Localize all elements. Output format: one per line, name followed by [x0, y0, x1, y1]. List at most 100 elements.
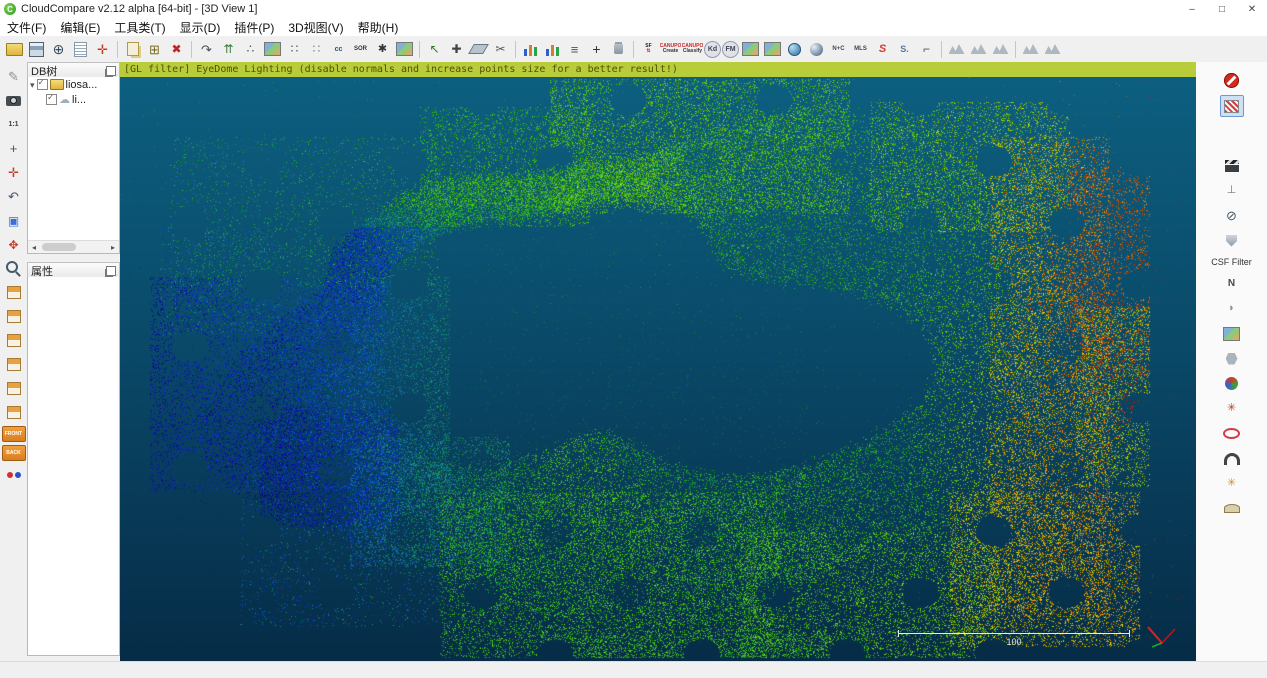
tree-checkbox-cloud[interactable]: [46, 94, 57, 105]
pan-icon[interactable]: ✥: [3, 234, 24, 255]
animation-icon[interactable]: [1221, 155, 1242, 176]
delete-icon[interactable]: ✖: [166, 39, 187, 60]
point-cloud-canvas[interactable]: [120, 77, 1196, 662]
view-back-icon[interactable]: [3, 378, 24, 399]
tree-horizontal-scrollbar[interactable]: ◂ ▸: [28, 240, 119, 253]
menu-tools[interactable]: 工具类(T): [107, 18, 172, 36]
global-shift-icon[interactable]: ⊕: [48, 39, 69, 60]
rgb-sphere-icon[interactable]: [1221, 373, 1242, 394]
trash-icon[interactable]: [608, 39, 629, 60]
save-icon[interactable]: [26, 39, 47, 60]
canupo-classify-icon[interactable]: CANUPOClassify: [682, 39, 703, 60]
minimize-button[interactable]: –: [1177, 0, 1207, 18]
view-left-icon[interactable]: [3, 330, 24, 351]
scatter-b-icon[interactable]: ∷: [306, 39, 327, 60]
view-bottom-icon[interactable]: [3, 402, 24, 423]
menu-help[interactable]: 帮助(H): [351, 18, 406, 36]
menu-edit[interactable]: 编辑(E): [53, 18, 107, 36]
view-iso-back-icon[interactable]: BACK: [2, 445, 26, 461]
sor-filter-icon[interactable]: SOR: [350, 39, 371, 60]
scroll-left-arrow[interactable]: ◂: [28, 241, 40, 253]
normals-curvature-icon[interactable]: N+C: [828, 39, 849, 60]
pencil-icon[interactable]: ✎: [3, 66, 24, 87]
close-button[interactable]: ✕: [1237, 0, 1267, 18]
facet-b-icon[interactable]: [968, 39, 989, 60]
tree-item-root[interactable]: liosa...: [28, 77, 119, 92]
fine-registration-icon[interactable]: ⇈: [218, 39, 239, 60]
db-tree-float-button[interactable]: [106, 66, 116, 76]
3d-view[interactable]: [GL filter] EyeDome Lighting (disable no…: [120, 62, 1196, 662]
ransac-icon[interactable]: S: [872, 39, 893, 60]
scroll-right-arrow[interactable]: ▸: [107, 241, 119, 253]
rasterize-icon[interactable]: [394, 39, 415, 60]
menu-display[interactable]: 显示(D): [173, 18, 228, 36]
render-mode-icon[interactable]: ▣: [3, 210, 24, 231]
maximize-button[interactable]: □: [1207, 0, 1237, 18]
scatter-a-icon[interactable]: ∷: [284, 39, 305, 60]
view-iso-front-icon[interactable]: FRONT: [2, 426, 26, 442]
screenshot-camera-icon[interactable]: [3, 90, 24, 111]
edl-filter-icon[interactable]: [1220, 95, 1244, 117]
facet-e-icon[interactable]: [1042, 39, 1063, 60]
pick-arrow-icon[interactable]: ↖: [424, 39, 445, 60]
levels-icon[interactable]: ≡: [564, 39, 585, 60]
statistics-icon[interactable]: [542, 39, 563, 60]
normals-n-icon[interactable]: N: [1221, 273, 1242, 294]
segment-icon[interactable]: ✂: [490, 39, 511, 60]
magnifier-icon[interactable]: [3, 258, 24, 279]
clipping-plane-icon[interactable]: [468, 39, 489, 60]
view-right-icon[interactable]: [3, 354, 24, 375]
properties-list-icon[interactable]: [70, 39, 91, 60]
apply-transformation-icon[interactable]: ✛: [92, 39, 113, 60]
mls-icon[interactable]: MLS: [850, 39, 871, 60]
noise-filter-icon[interactable]: ✱: [372, 39, 393, 60]
protractor-icon[interactable]: [1221, 498, 1242, 519]
stereo-icon[interactable]: [3, 464, 24, 485]
canupo-create-icon[interactable]: CANUPOCreate: [660, 39, 681, 60]
tree-checkbox-root[interactable]: [37, 79, 48, 90]
pivot-icon[interactable]: ✛: [3, 162, 24, 183]
plumb-icon[interactable]: ⊥: [1221, 180, 1242, 201]
scroll-track[interactable]: [40, 241, 107, 253]
shield-icon[interactable]: [1221, 230, 1242, 251]
gear-dark-icon[interactable]: ✳: [1221, 398, 1242, 419]
menu-3dviews[interactable]: 3D视图(V): [281, 18, 350, 36]
circle-slash-icon[interactable]: ⊘: [1221, 205, 1242, 226]
view-top-icon[interactable]: [3, 282, 24, 303]
kd-tree-icon[interactable]: Kd: [704, 41, 721, 58]
clamp-icon[interactable]: ⌐: [916, 39, 937, 60]
magnet-icon[interactable]: [1221, 448, 1242, 469]
image-a-icon[interactable]: [740, 39, 761, 60]
zoom-1-1-icon[interactable]: 1:1: [3, 114, 24, 135]
scroll-thumb[interactable]: [42, 243, 76, 251]
tree-expander-icon[interactable]: [30, 79, 35, 91]
mesh-sphere-icon[interactable]: [806, 39, 827, 60]
cc-distance-icon[interactable]: cc: [328, 39, 349, 60]
octree-icon[interactable]: [262, 39, 283, 60]
open-icon[interactable]: [4, 39, 25, 60]
bird-icon[interactable]: ◗: [1221, 298, 1242, 319]
no-entry-icon[interactable]: [1221, 70, 1242, 91]
globe-icon[interactable]: [784, 39, 805, 60]
sf-gradient-icon[interactable]: SF⇅: [638, 39, 659, 60]
image-b-icon[interactable]: [762, 39, 783, 60]
tree-item-cloud[interactable]: li...: [28, 92, 119, 107]
subsample-icon[interactable]: ∴: [240, 39, 261, 60]
properties-float-button[interactable]: [106, 266, 116, 276]
m3c2-icon[interactable]: [1221, 323, 1242, 344]
menu-file[interactable]: 文件(F): [0, 18, 53, 36]
zoom-fit-icon[interactable]: +: [3, 138, 24, 159]
fm-icon[interactable]: FM: [722, 41, 739, 58]
histogram-icon[interactable]: [520, 39, 541, 60]
sketch-icon[interactable]: S.: [894, 39, 915, 60]
clone-icon[interactable]: [122, 39, 143, 60]
facet-d-icon[interactable]: [1020, 39, 1041, 60]
menu-plugins[interactable]: 插件(P): [227, 18, 281, 36]
add-icon[interactable]: +: [586, 39, 607, 60]
level-icon[interactable]: ↷: [196, 39, 217, 60]
rotate-view-icon[interactable]: ↶: [3, 186, 24, 207]
gear-orange-icon[interactable]: ✳: [1221, 473, 1242, 494]
translate-rotate-icon[interactable]: ✚: [446, 39, 467, 60]
merge-icon[interactable]: ⊞: [144, 39, 165, 60]
ellipse-icon[interactable]: [1221, 423, 1242, 444]
